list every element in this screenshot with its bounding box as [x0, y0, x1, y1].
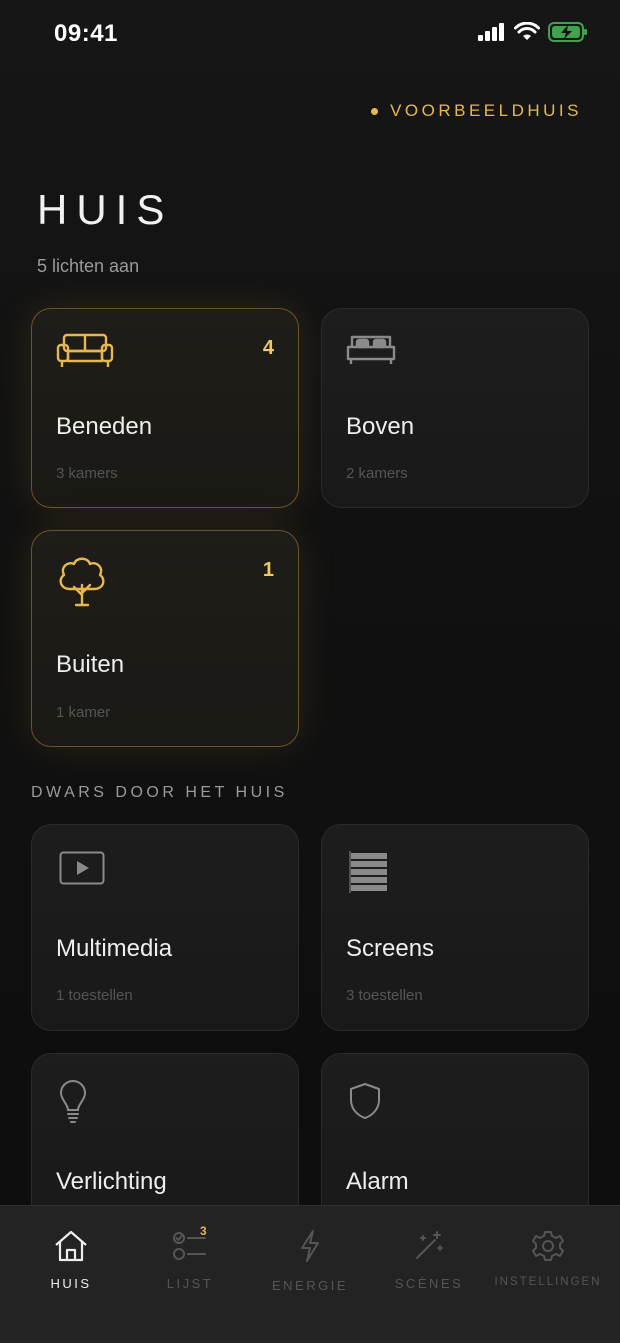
category-name: Alarm: [346, 1168, 409, 1195]
list-badge: 3: [200, 1224, 207, 1238]
bed-icon: [346, 333, 396, 370]
category-device-count: 1 toestellen: [56, 987, 133, 1004]
tab-label: HUIS: [50, 1276, 92, 1291]
signal-icon: [478, 23, 504, 41]
tab-bar: HUIS 3 LIJST ENERGIE SCÈNES INSTELLINGEN: [0, 1205, 620, 1343]
magic-wand-icon: [367, 1226, 491, 1266]
tree-icon: [56, 555, 108, 612]
play-icon: [59, 851, 105, 890]
floor-room-count: 2 kamers: [346, 465, 408, 482]
status-icons: [478, 22, 588, 42]
gear-icon: [486, 1226, 610, 1266]
floor-name: Boven: [346, 413, 415, 440]
floor-card-boven[interactable]: Boven 2 kamers: [321, 308, 589, 508]
tab-label: ENERGIE: [271, 1278, 348, 1293]
sofa-icon: [56, 333, 114, 374]
tab-lijst[interactable]: 3 LIJST: [128, 1224, 252, 1291]
tab-huis[interactable]: HUIS: [9, 1226, 133, 1291]
page-title: HUIS: [37, 186, 174, 233]
category-card-multimedia[interactable]: Multimedia 1 toestellen: [31, 824, 299, 1031]
shield-icon: [349, 1082, 381, 1125]
tab-instellingen[interactable]: INSTELLINGEN: [486, 1226, 610, 1288]
home-name-label: VOORBEELDHUIS: [390, 101, 582, 120]
floor-name: Beneden: [56, 413, 153, 440]
category-name: Multimedia: [56, 935, 173, 962]
home-selector[interactable]: VOORBEELDHUIS: [371, 101, 582, 121]
section-heading: DWARS DOOR HET HUIS: [31, 784, 288, 801]
bulb-icon: [59, 1080, 87, 1129]
wifi-icon: [514, 22, 540, 40]
battery-charging-icon: [548, 22, 587, 42]
category-device-count: 3 toestellen: [346, 987, 423, 1004]
bolt-icon: [248, 1226, 372, 1266]
tab-label: INSTELLINGEN: [494, 1276, 602, 1288]
floor-name: Buiten: [56, 651, 125, 678]
category-name: Screens: [346, 935, 435, 962]
status-time: 09:41: [54, 20, 118, 47]
tab-label: LIJST: [166, 1276, 214, 1291]
category-name: Verlichting: [56, 1168, 167, 1195]
tab-scenes[interactable]: SCÈNES: [367, 1226, 491, 1291]
status-bar: 09:41: [0, 0, 620, 70]
floor-card-beneden[interactable]: 4 Beneden 3 kamers: [31, 308, 299, 508]
floor-room-count: 3 kamers: [56, 465, 118, 482]
home-status-dot: [371, 107, 379, 115]
home-icon: [9, 1226, 133, 1266]
list-icon: [128, 1226, 252, 1266]
floor-card-buiten[interactable]: 1 Buiten 1 kamer: [31, 530, 299, 747]
tab-energie[interactable]: ENERGIE: [248, 1226, 372, 1293]
floor-light-count: 1: [262, 559, 274, 581]
floor-room-count: 1 kamer: [56, 704, 111, 721]
blinds-icon: [349, 851, 389, 898]
tab-label: SCÈNES: [394, 1276, 464, 1291]
page-subtitle: 5 lichten aan: [37, 256, 140, 276]
floor-light-count: 4: [262, 337, 274, 359]
category-card-screens[interactable]: Screens 3 toestellen: [321, 824, 589, 1031]
